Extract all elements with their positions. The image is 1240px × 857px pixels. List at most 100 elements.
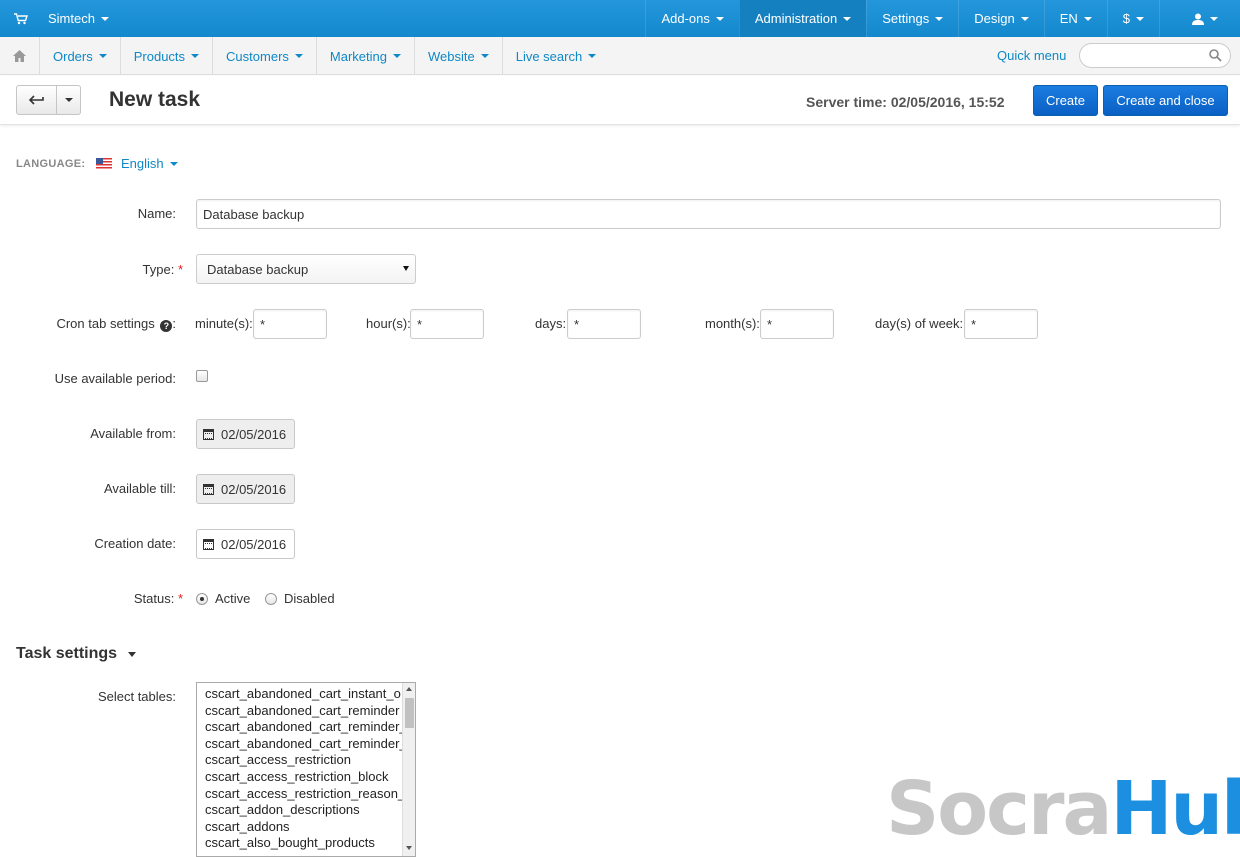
list-item[interactable]: cscart_addons (197, 819, 402, 836)
calendar-icon (203, 483, 214, 495)
calendar-icon (203, 538, 214, 550)
calendar-icon (203, 428, 214, 440)
back-dropdown-toggle[interactable] (57, 86, 80, 114)
dropdown-arrow-icon (403, 266, 409, 271)
back-button[interactable] (17, 86, 57, 114)
tables-listbox[interactable]: cscart_abandoned_cart_instant_o cscart_a… (196, 682, 416, 857)
available-till-label: Available till: (103, 481, 176, 496)
task-settings-toggle[interactable]: Task settings (16, 645, 137, 663)
chevron-down-icon (480, 54, 489, 58)
chevron-down-icon (392, 54, 401, 58)
list-item[interactable]: cscart_abandoned_cart_reminder_ (197, 736, 402, 753)
chevron-down-icon (1210, 16, 1218, 21)
nav-language[interactable]: EN (1043, 0, 1107, 37)
period-label: Use available period: (54, 371, 176, 386)
list-item[interactable]: cscart_abandoned_cart_reminder_ (197, 719, 402, 736)
name-input[interactable]: Database backup (196, 199, 1221, 229)
hour-label: hour(s): (366, 316, 411, 331)
chevron-down-icon (169, 161, 178, 166)
type-label: Type: * (142, 262, 183, 277)
chevron-down-icon (588, 54, 597, 58)
menu-customers[interactable]: Customers (213, 37, 317, 75)
list-item[interactable]: cscart_abandoned_cart_reminder (197, 703, 402, 720)
required-marker: * (177, 591, 183, 606)
us-flag-icon (96, 158, 112, 169)
store-switcher[interactable]: Simtech (14, 0, 109, 37)
chevron-down-icon (294, 54, 303, 58)
menu-live-search[interactable]: Live search (503, 37, 609, 75)
status-active-radio[interactable] (196, 593, 208, 605)
month-label: month(s): (705, 316, 760, 331)
cron-label: Cron tab settings ?: (56, 316, 176, 332)
nav-user[interactable] (1159, 0, 1240, 37)
day-of-week-label: day(s) of week: (875, 316, 964, 331)
select-tables-label: Select tables: (97, 689, 176, 704)
menu-products[interactable]: Products (121, 37, 214, 75)
nav-design[interactable]: Design (958, 0, 1043, 37)
chevron-down-icon (98, 54, 107, 58)
list-item[interactable]: cscart_access_restriction_block (197, 769, 402, 786)
server-time: Server time: 02/05/2016, 15:52 (806, 94, 1005, 110)
chevron-down-icon (191, 54, 200, 58)
minute-input[interactable]: * (253, 309, 327, 339)
page-title: New task (109, 88, 201, 111)
chevron-down-icon (1020, 16, 1029, 21)
create-and-close-button[interactable]: Create and close (1103, 85, 1228, 116)
scrollbar-thumb[interactable] (405, 698, 414, 728)
available-from-picker[interactable]: 02/05/2016 (196, 419, 295, 449)
chevron-down-icon (1136, 16, 1144, 21)
required-marker: * (177, 262, 183, 277)
menu-marketing[interactable]: Marketing (317, 37, 415, 75)
chevron-down-icon (1083, 16, 1092, 21)
chevron-down-icon (128, 651, 137, 657)
watermark-logo: SocraHub (886, 766, 1240, 852)
nav-settings[interactable]: Settings (866, 0, 958, 37)
nav-administration[interactable]: Administration (738, 0, 867, 37)
nav-currency[interactable]: $ (1106, 0, 1159, 37)
days-label: days: (535, 316, 567, 331)
name-label: Name: (137, 206, 176, 221)
use-period-checkbox[interactable] (196, 370, 208, 382)
list-item[interactable]: cscart_addon_descriptions (197, 802, 402, 819)
store-name: Simtech (48, 11, 95, 26)
scroll-up-icon[interactable] (406, 687, 412, 691)
creation-date-picker[interactable]: 02/05/2016 (196, 529, 295, 559)
create-button[interactable]: Create (1033, 85, 1098, 116)
language-label: LANGUAGE: (16, 158, 86, 170)
scroll-down-icon[interactable] (406, 846, 412, 850)
status-active-label[interactable]: Active (215, 591, 250, 606)
status-disabled-label[interactable]: Disabled (284, 591, 335, 606)
list-item[interactable]: cscart_also_bought_products (197, 835, 402, 852)
search-icon (1209, 49, 1222, 62)
month-input[interactable]: * (760, 309, 834, 339)
language-selector[interactable]: English (96, 156, 178, 171)
list-item[interactable]: cscart_access_restriction_reason_ (197, 786, 402, 803)
menu-orders[interactable]: Orders (40, 37, 121, 75)
day-of-week-input[interactable]: * (964, 309, 1038, 339)
chevron-down-icon (935, 16, 944, 21)
minute-label: minute(s): (195, 316, 253, 331)
type-select-value: Database backup (207, 261, 309, 277)
help-icon[interactable]: ? (160, 320, 173, 332)
status-disabled-radio[interactable] (265, 593, 277, 605)
listbox-scrollbar[interactable] (402, 683, 415, 856)
available-till-picker[interactable]: 02/05/2016 (196, 474, 295, 504)
type-select[interactable]: Database backup (196, 254, 416, 284)
chevron-down-icon (715, 16, 724, 21)
list-item[interactable]: cscart_access_restriction (197, 752, 402, 769)
cart-icon (14, 12, 28, 24)
status-label: Status: * (133, 591, 183, 606)
hour-input[interactable]: * (410, 309, 484, 339)
quick-menu-link[interactable]: Quick menu (997, 48, 1066, 63)
back-arrow-icon (29, 95, 44, 105)
list-item[interactable]: cscart_abandoned_cart_instant_o (197, 686, 402, 703)
menu-website[interactable]: Website (415, 37, 503, 75)
chevron-down-icon (100, 16, 109, 21)
nav-addons[interactable]: Add-ons (645, 0, 738, 37)
back-button-group (16, 85, 81, 115)
top-bar: Simtech Add-ons Administration Settings … (0, 0, 1240, 37)
home-button[interactable] (0, 37, 40, 75)
search-input[interactable] (1079, 43, 1231, 68)
title-bar: New task Server time: 02/05/2016, 15:52 … (0, 76, 1240, 125)
days-input[interactable]: * (567, 309, 641, 339)
